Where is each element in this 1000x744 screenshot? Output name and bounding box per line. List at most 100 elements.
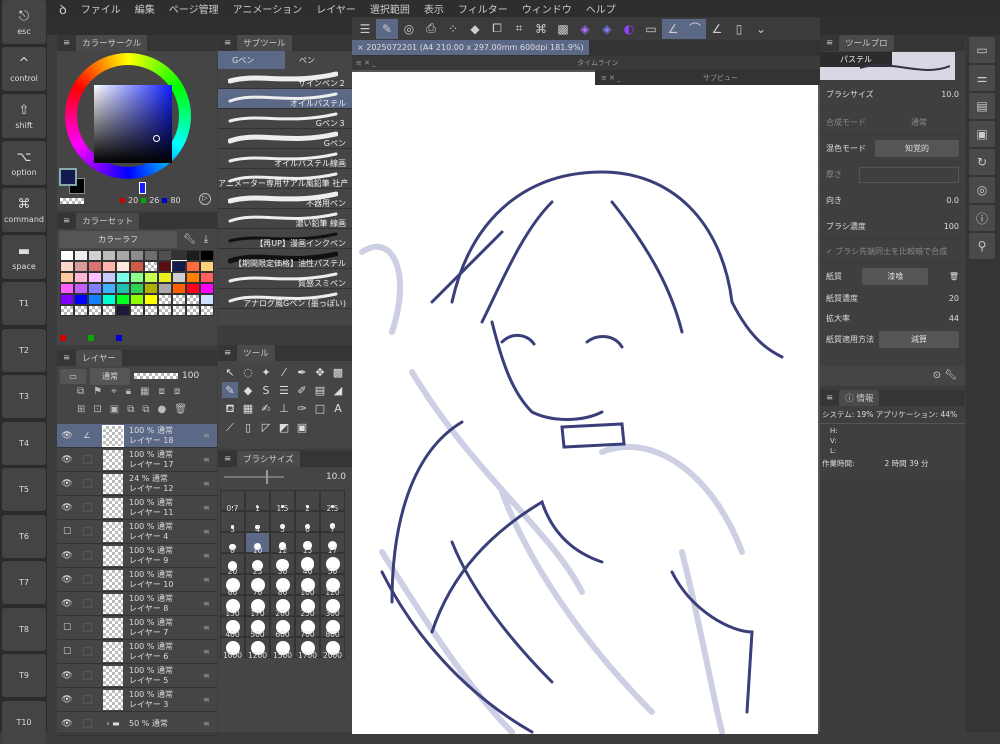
color-swatch[interactable]	[116, 261, 130, 272]
search-icon[interactable]: ⚲	[969, 233, 995, 259]
lock-checkbox[interactable]	[77, 575, 97, 584]
layer-row[interactable]: ☐ 100 % 通常 レイヤー 7 ≡	[57, 616, 217, 640]
lock-checkbox[interactable]	[77, 671, 97, 680]
subtool-group-pen[interactable]: ペン	[285, 51, 352, 69]
eye-icon[interactable]: 👁︎	[57, 695, 77, 705]
lock-checkbox[interactable]	[77, 527, 97, 536]
eye-icon[interactable]: 👁︎	[57, 479, 77, 489]
color-set-tab[interactable]: カラーセット	[76, 213, 140, 229]
subtool-group-gpen[interactable]: Gペン	[218, 51, 285, 69]
layer-menu-icon[interactable]: ≡	[203, 695, 217, 704]
layer-menu-icon[interactable]: ≡	[203, 647, 217, 656]
color-swatch[interactable]	[144, 305, 158, 316]
lock-checkbox[interactable]	[77, 551, 97, 560]
gradient-tool-icon[interactable]: ▤	[312, 382, 328, 398]
device-icon[interactable]: ▯	[728, 19, 750, 39]
move-tool-icon[interactable]: ✥	[312, 364, 328, 380]
color-swatch[interactable]	[158, 261, 172, 272]
color-swatch[interactable]	[186, 250, 200, 261]
layer-row[interactable]: ☐ 100 % 通常 レイヤー 6 ≡	[57, 640, 217, 664]
menu-item[interactable]: アニメーション	[233, 1, 303, 16]
color-swatch[interactable]	[171, 260, 187, 273]
brush-size-option[interactable]: 0.7	[220, 490, 245, 512]
brush-size-option[interactable]: 7	[320, 511, 345, 533]
eye-icon[interactable]: 👁︎	[57, 599, 77, 609]
color-circle-tab[interactable]: カラーサークル	[76, 35, 148, 51]
paper-apply-select[interactable]: 減算	[879, 330, 959, 348]
plugin-b-icon[interactable]: ◈	[596, 19, 618, 39]
crop-tool-icon[interactable]: ◸	[258, 419, 274, 435]
wrench-settings-icon[interactable]: 🔧︎	[944, 370, 957, 381]
color-swatch[interactable]	[200, 283, 214, 294]
menu-item[interactable]: ページ管理	[169, 1, 219, 16]
color-swatch[interactable]	[74, 305, 88, 316]
brush-size-option[interactable]: 700	[295, 616, 320, 638]
brush-size-option[interactable]: 5	[270, 511, 295, 533]
mix-mode-select[interactable]: 知覚的	[875, 140, 959, 157]
edit-icon[interactable]: ✎	[376, 18, 398, 39]
key-T5[interactable]: T5	[2, 468, 46, 511]
brush-size-option[interactable]: 50	[320, 553, 345, 575]
eye-icon[interactable]: 👁︎	[57, 719, 77, 729]
layer-row[interactable]: 👁︎ 100 % 通常 レイヤー 9 ≡	[57, 544, 217, 568]
hidden-toggle[interactable]: ☐	[57, 527, 77, 537]
brush-size-option[interactable]: 1500	[270, 637, 295, 659]
fill-tool-icon[interactable]: ◢	[330, 382, 346, 398]
key-control[interactable]: ^ control	[2, 47, 46, 91]
pen-edit-icon[interactable]: ∠	[77, 431, 97, 440]
brush-size-option[interactable]: 2	[295, 490, 320, 512]
menu-item[interactable]: 表示	[424, 1, 444, 16]
color-swatch[interactable]	[158, 305, 172, 316]
key-T3[interactable]: T3	[2, 375, 46, 418]
menu-item[interactable]: ヘルプ	[586, 1, 616, 16]
brush-size-option[interactable]: 6	[295, 511, 320, 533]
shape-tool-icon[interactable]: ⟋	[222, 420, 238, 436]
key-T8[interactable]: T8	[2, 607, 46, 651]
brush-tool-icon[interactable]: ✎	[222, 382, 238, 398]
key-T2[interactable]: T2	[2, 328, 46, 372]
brush-size-option[interactable]: 25	[245, 553, 270, 575]
ruler-tool-icon[interactable]: ▯	[240, 419, 256, 435]
color-swatch[interactable]	[102, 250, 116, 261]
layer-row[interactable]: 👁︎ 100 % 通常 レイヤー 3 ≡	[57, 688, 217, 712]
subtool-item[interactable]: アナログ風Gペン (墨っぽい)	[218, 289, 352, 309]
layer-row[interactable]: 👁︎ 24 % 通常 レイヤー 12 ≡	[57, 472, 217, 496]
brush-size-option[interactable]: 600	[270, 616, 295, 638]
frame-tool-icon[interactable]: ▣	[294, 419, 310, 435]
key-option[interactable]: ⌥ option	[2, 141, 46, 185]
key-T6[interactable]: T6	[2, 514, 46, 558]
brush-size-option[interactable]: 4	[245, 511, 270, 533]
layer-row[interactable]: 👁︎ 100 % 通常 レイヤー 17 ≡	[57, 448, 217, 472]
eraser-tool-icon[interactable]: ◆	[240, 382, 256, 398]
key-T9[interactable]: T9	[2, 654, 46, 697]
spiral-icon[interactable]: ◎	[398, 19, 420, 39]
tool-property-tab[interactable]: ツールプロ	[839, 35, 894, 51]
key-T4[interactable]: T4	[2, 421, 46, 465]
paper-texture-select[interactable]: 漆喰	[862, 267, 929, 285]
color-swatch[interactable]	[116, 250, 130, 261]
color-swatch[interactable]	[130, 283, 144, 294]
navigator-icon[interactable]: ▣	[969, 121, 995, 147]
plugin-a-icon[interactable]: ◈	[574, 19, 596, 39]
layer-row[interactable]: 👁︎ 100 % 通常 レイヤー 11 ≡	[57, 496, 217, 520]
crop-icon[interactable]: ⧠	[486, 19, 508, 39]
key-T7[interactable]: T7	[2, 561, 46, 604]
layer-menu-icon[interactable]: ≡	[203, 479, 217, 488]
import-icon[interactable]: ⤓	[204, 234, 208, 245]
brush-size-option[interactable]: 20	[220, 553, 245, 575]
key-shift[interactable]: ⇧ shift	[2, 94, 46, 138]
color-swatch[interactable]	[158, 294, 172, 305]
pen-tool-icon[interactable]: ✒	[294, 364, 310, 380]
blend-mode-select[interactable]: 通常	[90, 367, 130, 385]
subtool-item[interactable]: オイルパステル	[218, 89, 352, 109]
ruler-snap-icon[interactable]: ∠	[662, 18, 684, 39]
color-swatch[interactable]	[172, 294, 186, 305]
plugin-c-icon[interactable]: ◐	[618, 19, 640, 39]
color-swatch[interactable]	[74, 294, 88, 305]
eyedropper-tool-icon[interactable]: ⁄	[276, 364, 292, 380]
square-tool-icon[interactable]: □	[312, 400, 328, 416]
lock-checkbox[interactable]	[77, 455, 97, 464]
color-swatch[interactable]	[102, 272, 116, 283]
color-swatch[interactable]	[186, 261, 200, 272]
layer-search-icon[interactable]: ◎	[969, 177, 995, 203]
